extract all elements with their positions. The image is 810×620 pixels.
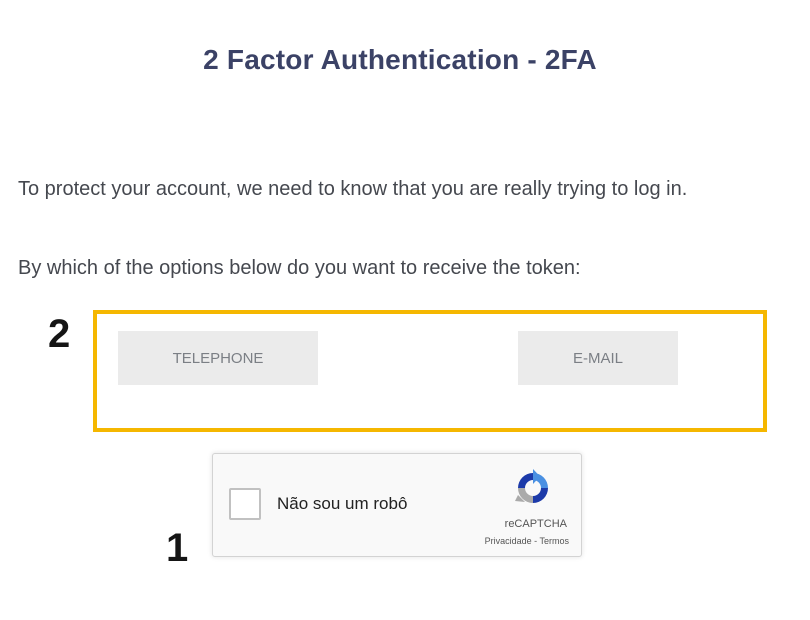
annotation-marker-1: 1 <box>166 526 189 570</box>
page-title: 2 Factor Authentication - 2FA <box>203 44 597 75</box>
recaptcha-links: Privacidade - Termos <box>485 536 569 546</box>
recaptcha-widget: Não sou um robô reCAPTCHA Privacidade - … <box>212 453 582 557</box>
recaptcha-checkbox[interactable] <box>229 488 261 520</box>
recaptcha-privacy-link[interactable]: Privacidade <box>485 536 532 546</box>
telephone-button[interactable]: TELEPHONE <box>118 331 318 385</box>
question-text: By which of the options below do you wan… <box>18 257 581 279</box>
recaptcha-logo-icon <box>515 469 548 503</box>
email-button[interactable]: E-MAIL <box>518 331 678 385</box>
recaptcha-terms-link[interactable]: Termos <box>539 536 569 546</box>
intro-text: To protect your account, we need to know… <box>18 178 688 200</box>
recaptcha-checkbox-label: Não sou um robô <box>277 494 408 513</box>
annotation-marker-2: 2 <box>48 312 71 356</box>
recaptcha-brand: reCAPTCHA <box>504 518 567 530</box>
